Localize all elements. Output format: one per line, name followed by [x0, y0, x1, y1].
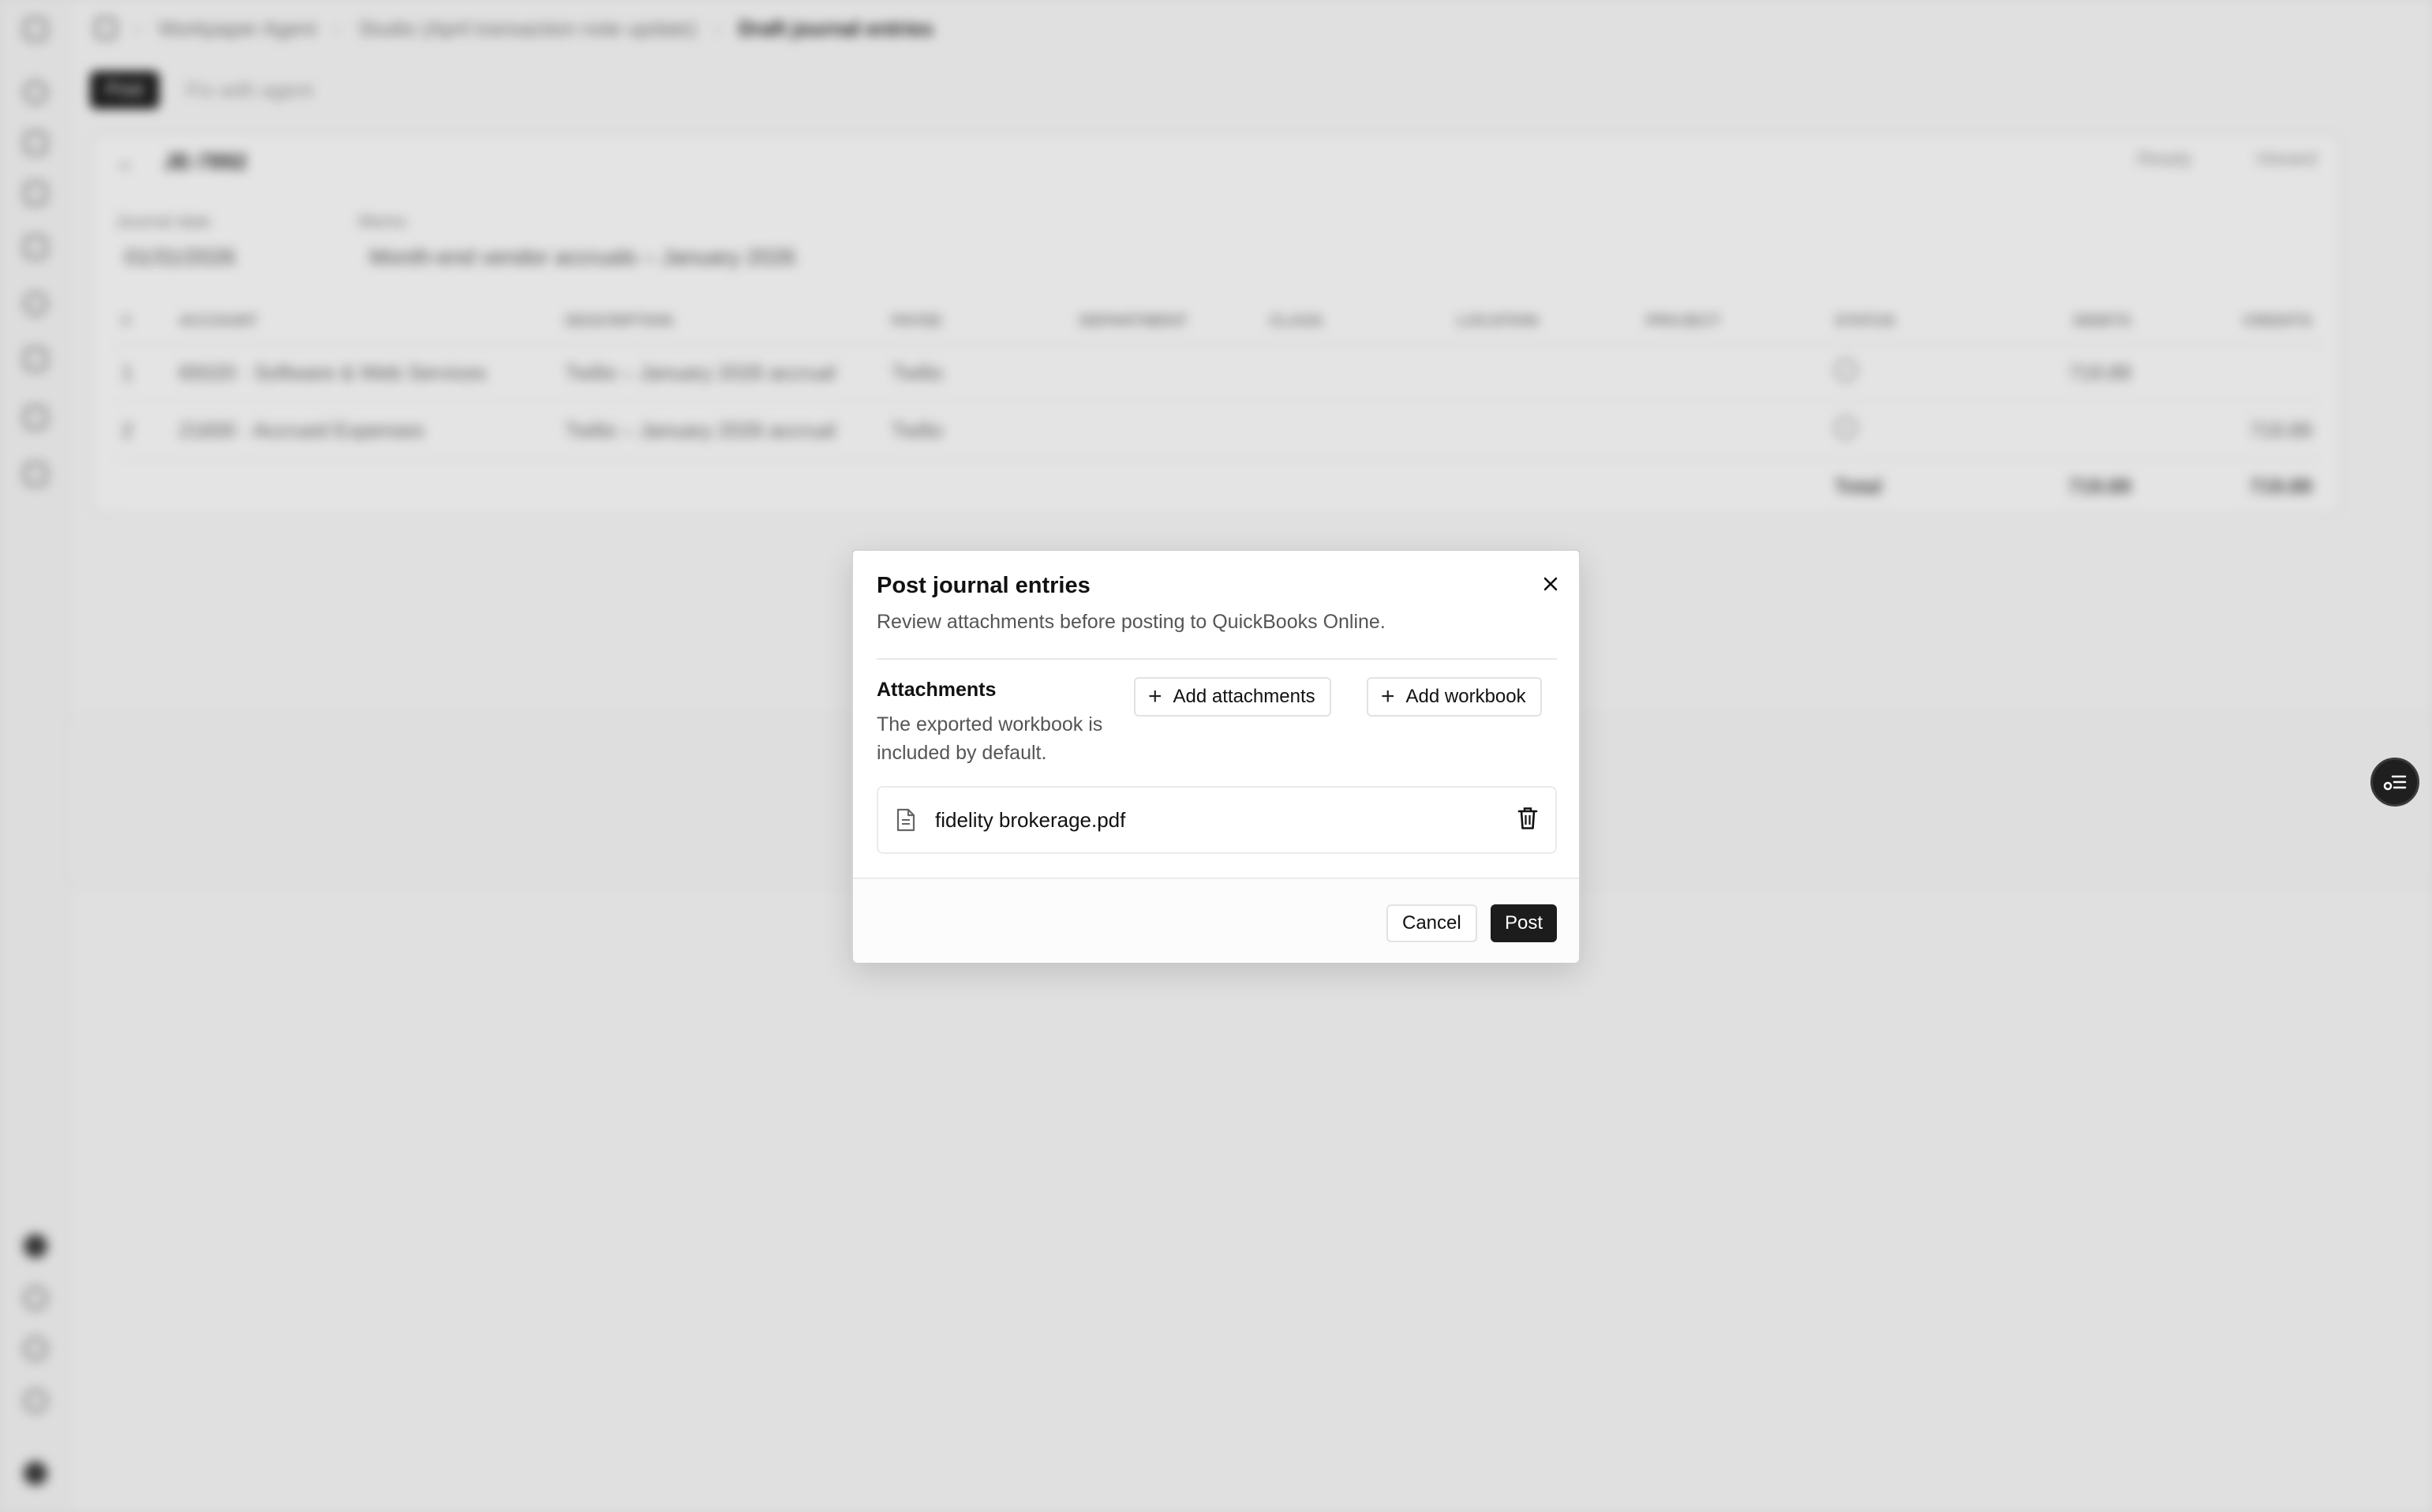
divider [877, 658, 1557, 660]
dialog-footer: Cancel Post [853, 878, 1579, 963]
cancel-button[interactable]: Cancel [1386, 904, 1477, 942]
plus-icon: + [1148, 683, 1162, 709]
add-attachments-label: Add attachments [1173, 686, 1315, 707]
add-workbook-button[interactable]: + Add workbook [1367, 677, 1542, 717]
add-workbook-label: Add workbook [1405, 686, 1526, 707]
file-icon [896, 808, 916, 836]
attachment-file-name: fidelity brokerage.pdf [935, 808, 1126, 832]
checklist-icon [2383, 775, 2407, 791]
post-journal-entries-dialog: Post journal entries Review attachments … [851, 549, 1581, 963]
delete-attachment-button[interactable] [1517, 807, 1538, 834]
checklist-fab-button[interactable] [2370, 758, 2419, 807]
dialog-title: Post journal entries [877, 573, 1091, 598]
dialog-subtitle: Review attachments before posting to Qui… [877, 611, 1386, 633]
post-button[interactable]: Post [1491, 904, 1558, 942]
plus-icon: + [1381, 683, 1395, 709]
attachment-item: fidelity brokerage.pdf [877, 786, 1557, 854]
trash-icon [1517, 807, 1538, 829]
add-attachments-button[interactable]: + Add attachments [1134, 677, 1331, 717]
attachments-heading: Attachments [877, 679, 997, 701]
close-icon [1543, 577, 1558, 591]
attachments-description: The exported workbook is included by def… [877, 713, 1103, 764]
close-button[interactable] [1536, 570, 1565, 598]
